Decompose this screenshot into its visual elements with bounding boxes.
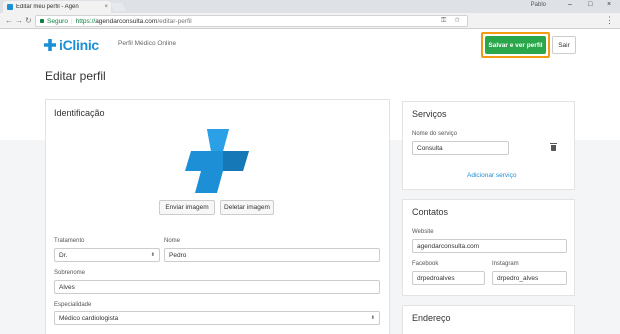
maximize-icon[interactable]: □ (588, 1, 592, 8)
tratamento-select[interactable]: Dr. ⬍ (54, 248, 160, 262)
service-name-value: Consulta (417, 144, 443, 152)
profile-image-cross-icon (185, 129, 249, 193)
service-name-label: Nome do serviço (412, 131, 458, 137)
header-subtitle: Perfil Médico Online (118, 40, 177, 47)
address-title: Endereço (412, 313, 451, 323)
back-icon[interactable]: ← (5, 16, 13, 25)
secure-label: Seguro (47, 17, 68, 25)
identification-card: Identificação Enviar imagem Deletar imag… (45, 99, 390, 334)
facebook-field[interactable]: drpedroalves (412, 271, 485, 285)
sobrenome-label: Sobrenome (54, 270, 86, 276)
tab-close-icon[interactable]: × (104, 4, 108, 10)
page-title: Editar perfil (45, 69, 106, 83)
especialidade-select[interactable]: Médico cardiologista ⬍ (54, 311, 380, 325)
contacts-title: Contatos (412, 207, 449, 217)
contacts-card: Contatos Website agendarconsulta.com Fac… (402, 199, 575, 296)
address-bar[interactable]: Seguro | https:// agendarconsulta.com /e… (35, 15, 468, 27)
tab-title: Editar meu perfil - Agen (16, 4, 79, 10)
url-scheme: https:// (75, 17, 96, 25)
iclinic-favicon-icon (7, 4, 13, 10)
facebook-label: Facebook (412, 261, 439, 267)
close-window-icon[interactable]: × (607, 1, 611, 8)
new-tab-button[interactable] (110, 3, 126, 11)
upload-image-button[interactable]: Enviar imagem (159, 200, 215, 215)
browser-tab[interactable]: Editar meu perfil - Agen × (3, 1, 111, 13)
especialidade-value: Médico cardiologista (59, 314, 119, 322)
add-service-link[interactable]: Adicionar serviço (467, 172, 517, 179)
iclinic-logo[interactable]: iClinic (44, 36, 99, 54)
especialidade-label: Especialidade (54, 302, 92, 308)
app-header: iClinic Perfil Médico Online Salvar e ve… (0, 30, 620, 60)
minimize-icon[interactable]: – (568, 1, 572, 8)
nome-value: Pedro (169, 251, 187, 259)
website-value: agendarconsulta.com (417, 242, 480, 250)
exit-button[interactable]: Sair (552, 36, 576, 54)
forward-icon[interactable]: → (15, 16, 23, 25)
delete-image-button[interactable]: Deletar imagem (220, 200, 274, 215)
tratamento-label: Tratamento (54, 238, 85, 244)
lock-icon (40, 19, 44, 23)
identification-title: Identificação (54, 108, 105, 118)
delete-service-icon[interactable] (550, 143, 557, 151)
url-path: /editar-perfil (157, 17, 192, 25)
instagram-label: Instagram (492, 261, 519, 267)
services-card: Serviços Nome do serviço Consulta Adicio… (402, 101, 575, 190)
website-label: Website (412, 229, 434, 235)
reload-icon[interactable]: ↻ (25, 16, 32, 25)
tratamento-value: Dr. (59, 251, 68, 259)
iclinic-cross-icon (44, 39, 56, 51)
sobrenome-field[interactable]: Alves (54, 280, 380, 294)
facebook-value: drpedroalves (417, 274, 455, 282)
browser-toolbar: ← → ↻ Seguro | https:// agendarconsulta.… (0, 13, 620, 29)
nome-field[interactable]: Pedro (164, 248, 380, 262)
address-card: Endereço (402, 305, 575, 334)
select-caret-icon: ⬍ (150, 252, 155, 258)
browser-menu-icon[interactable]: ⋮ (605, 15, 614, 26)
logo-text: iClinic (59, 37, 99, 53)
url-separator: | (70, 17, 73, 25)
browser-profile-name[interactable]: Pablo (531, 2, 546, 8)
services-title: Serviços (412, 109, 447, 119)
key-and-star-icons[interactable]: ⚿ ☆ (441, 17, 463, 25)
save-and-view-profile-button[interactable]: Salvar e ver perfil (485, 36, 546, 54)
select-caret-icon: ⬍ (370, 315, 375, 321)
instagram-value: drpedro_alves (497, 274, 539, 282)
url-host: agendarconsulta.com (95, 17, 158, 25)
website-field[interactable]: agendarconsulta.com (412, 239, 567, 253)
nome-label: Nome (164, 238, 181, 244)
instagram-field[interactable]: drpedro_alves (492, 271, 567, 285)
sobrenome-value: Alves (59, 283, 75, 291)
browser-tab-bar: Editar meu perfil - Agen × Pablo – □ × (0, 0, 620, 13)
service-name-field[interactable]: Consulta (412, 141, 509, 155)
